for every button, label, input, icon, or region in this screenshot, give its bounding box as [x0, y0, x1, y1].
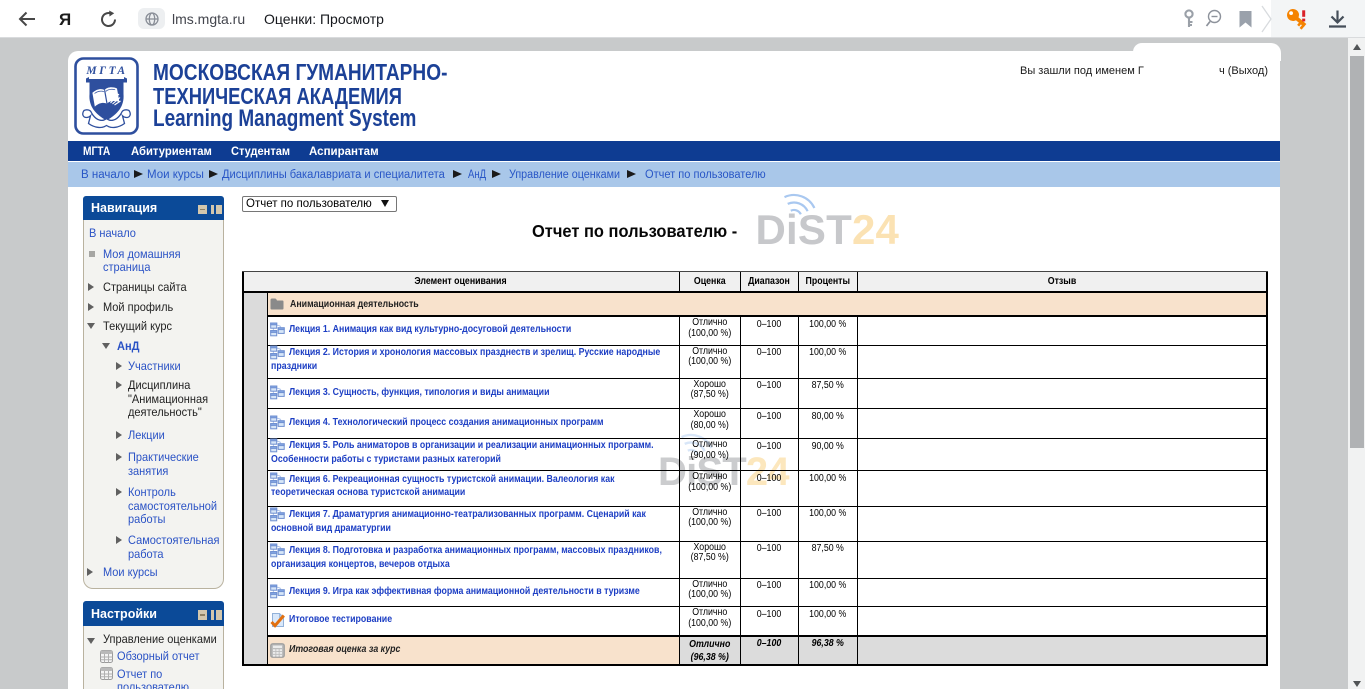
svg-text:МГТА: МГТА [85, 65, 127, 77]
